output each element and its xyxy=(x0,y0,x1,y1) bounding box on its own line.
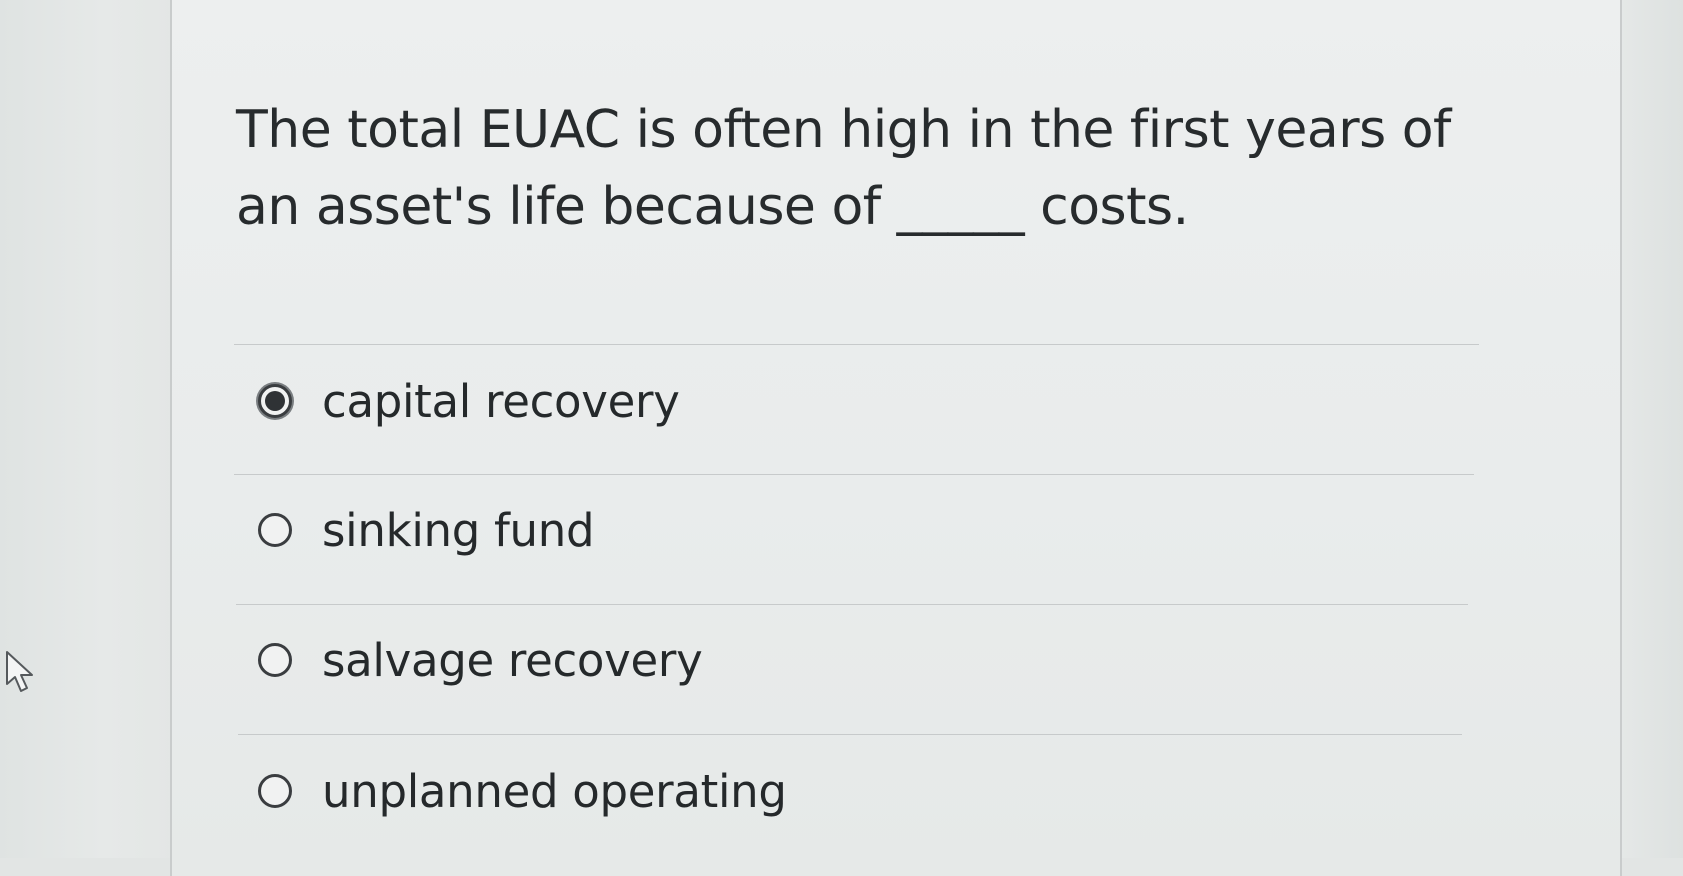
divider xyxy=(236,604,1468,605)
divider xyxy=(234,344,1479,345)
background-right xyxy=(1612,0,1683,858)
question-text: The total EUAC is often high in the firs… xyxy=(236,100,1451,237)
divider xyxy=(234,474,1474,475)
option-label: capital recovery xyxy=(322,374,680,428)
radio-unselected-icon[interactable] xyxy=(258,774,292,808)
option-unplanned-operating[interactable]: unplanned operating xyxy=(258,756,1408,826)
option-salvage-recovery[interactable]: salvage recovery xyxy=(258,625,1408,695)
mouse-pointer-icon xyxy=(6,651,33,692)
option-label: unplanned operating xyxy=(322,764,787,818)
option-sinking-fund[interactable]: sinking fund xyxy=(258,495,1408,565)
divider xyxy=(238,734,1462,735)
background-left xyxy=(0,0,175,858)
option-capital-recovery[interactable]: capital recovery xyxy=(258,366,1408,436)
option-label: sinking fund xyxy=(322,503,595,557)
radio-selected-icon[interactable] xyxy=(258,384,292,418)
question-panel: The total EUAC is often high in the firs… xyxy=(170,0,1622,876)
radio-unselected-icon[interactable] xyxy=(258,643,292,677)
option-label: salvage recovery xyxy=(322,633,703,687)
radio-unselected-icon[interactable] xyxy=(258,513,292,547)
